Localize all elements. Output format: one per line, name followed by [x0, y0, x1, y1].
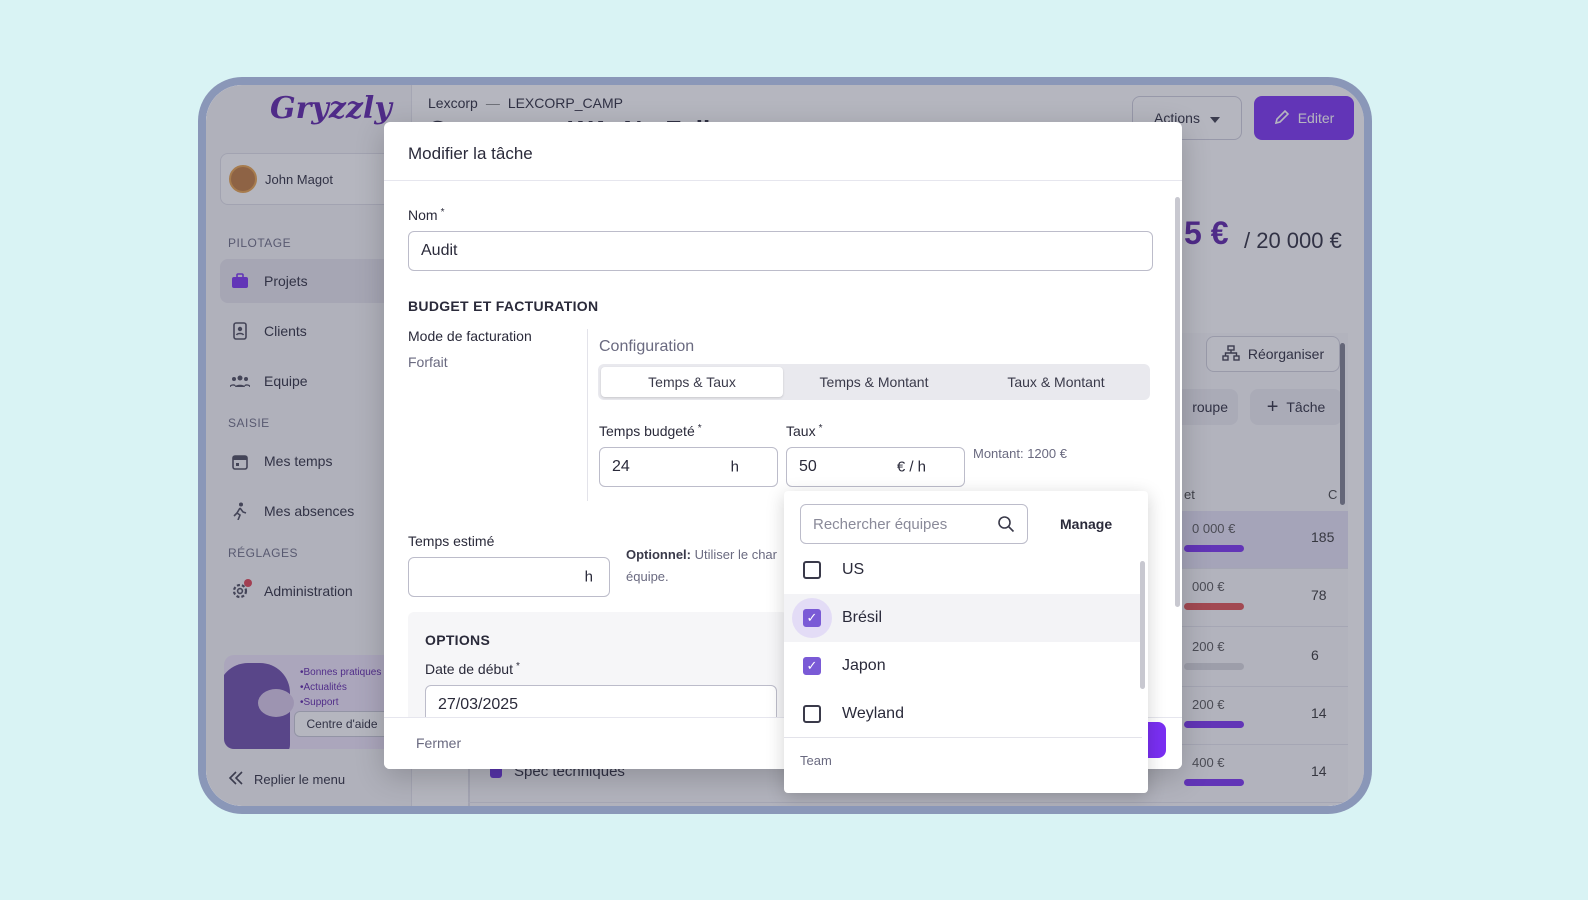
team-option-japon[interactable]: ✓ Japon: [784, 642, 1142, 690]
search-icon: [997, 515, 1015, 537]
required-mark: *: [697, 423, 702, 434]
checkbox[interactable]: [803, 705, 821, 723]
team-option-label: US: [842, 561, 865, 578]
taux-label: Taux *: [786, 423, 822, 439]
team-option-weyland[interactable]: Weyland: [784, 690, 1142, 738]
billing-mode-label: Mode de facturation: [408, 328, 532, 344]
team-option-label: Weyland: [842, 705, 904, 722]
rate-unit: € / h: [896, 458, 926, 476]
start-date-label-text: Date de début: [425, 661, 513, 677]
team-search-placeholder: Rechercher équipes: [813, 515, 948, 533]
configuration-label: Configuration: [599, 338, 695, 355]
hours-unit: h: [730, 458, 739, 476]
start-date-label: Date de début *: [425, 661, 520, 677]
team-search-input[interactable]: Rechercher équipes: [800, 504, 1028, 544]
checkbox-checked[interactable]: ✓: [803, 609, 821, 627]
optional-hint-text-2: équipe.: [626, 569, 669, 584]
taux-value: 50: [799, 458, 817, 475]
tab-taux-montant[interactable]: Taux & Montant: [965, 367, 1147, 397]
modal-title: Modifier la tâche: [384, 122, 1182, 181]
options-section-title: OPTIONS: [425, 632, 491, 648]
dropdown-divider: [784, 737, 1142, 738]
nom-input[interactable]: Audit: [408, 231, 1153, 271]
hours-unit: h: [584, 568, 593, 586]
tab-temps-montant[interactable]: Temps & Montant: [783, 367, 965, 397]
device-frame: Gryzzly John Magot ⌃⌄ PILOTAGE Projets C…: [198, 77, 1372, 814]
tab-temps-taux[interactable]: Temps & Taux: [601, 367, 783, 397]
temps-budget-input[interactable]: 24 h: [599, 447, 778, 487]
budget-section-title: BUDGET ET FACTURATION: [408, 298, 599, 314]
team-option-label: Brésil: [842, 609, 883, 626]
nom-label-text: Nom: [408, 207, 438, 223]
start-date-input[interactable]: 27/03/2025: [425, 685, 777, 717]
team-option-bresil[interactable]: ✓ Brésil: [784, 594, 1142, 642]
temps-budget-label: Temps budgeté *: [599, 423, 702, 439]
optional-hint-text: Utiliser le char: [694, 547, 777, 562]
app-screen: Gryzzly John Magot ⌃⌄ PILOTAGE Projets C…: [206, 85, 1364, 806]
section-divider: [587, 329, 588, 501]
billing-mode-value: Forfait: [408, 354, 448, 370]
temps-budget-value: 24: [612, 458, 630, 475]
close-button[interactable]: Fermer: [416, 735, 461, 751]
manage-teams-button[interactable]: Manage: [1060, 516, 1112, 532]
taux-input[interactable]: 50 € / h: [786, 447, 965, 487]
modal-scrollbar[interactable]: [1175, 197, 1180, 607]
montant-text: Montant: 1200 €: [973, 446, 1067, 461]
team-group-label: Team: [800, 753, 832, 768]
dropdown-scrollbar[interactable]: [1140, 561, 1145, 689]
required-mark: *: [818, 423, 823, 434]
optional-hint: Optionnel: Utiliser le char équipe.: [626, 544, 777, 588]
taux-label-text: Taux: [786, 423, 816, 439]
temps-estime-input[interactable]: h: [408, 557, 610, 597]
nom-label: Nom *: [408, 207, 444, 223]
required-mark: *: [515, 661, 520, 672]
billing-config-tabs: Temps & Taux Temps & Montant Taux & Mont…: [598, 364, 1150, 400]
checkbox-checked[interactable]: ✓: [803, 657, 821, 675]
temps-budget-label-text: Temps budgeté: [599, 423, 695, 439]
team-option-label: Japon: [842, 657, 886, 674]
team-option-us[interactable]: US: [784, 546, 1142, 594]
checkbox[interactable]: [803, 561, 821, 579]
required-mark: *: [440, 207, 445, 218]
team-select-dropdown: Rechercher équipes Manage US ✓ Brésil ✓ …: [784, 491, 1148, 793]
optional-hint-strong: Optionnel:: [626, 547, 691, 562]
temps-estime-label: Temps estimé: [408, 533, 495, 549]
